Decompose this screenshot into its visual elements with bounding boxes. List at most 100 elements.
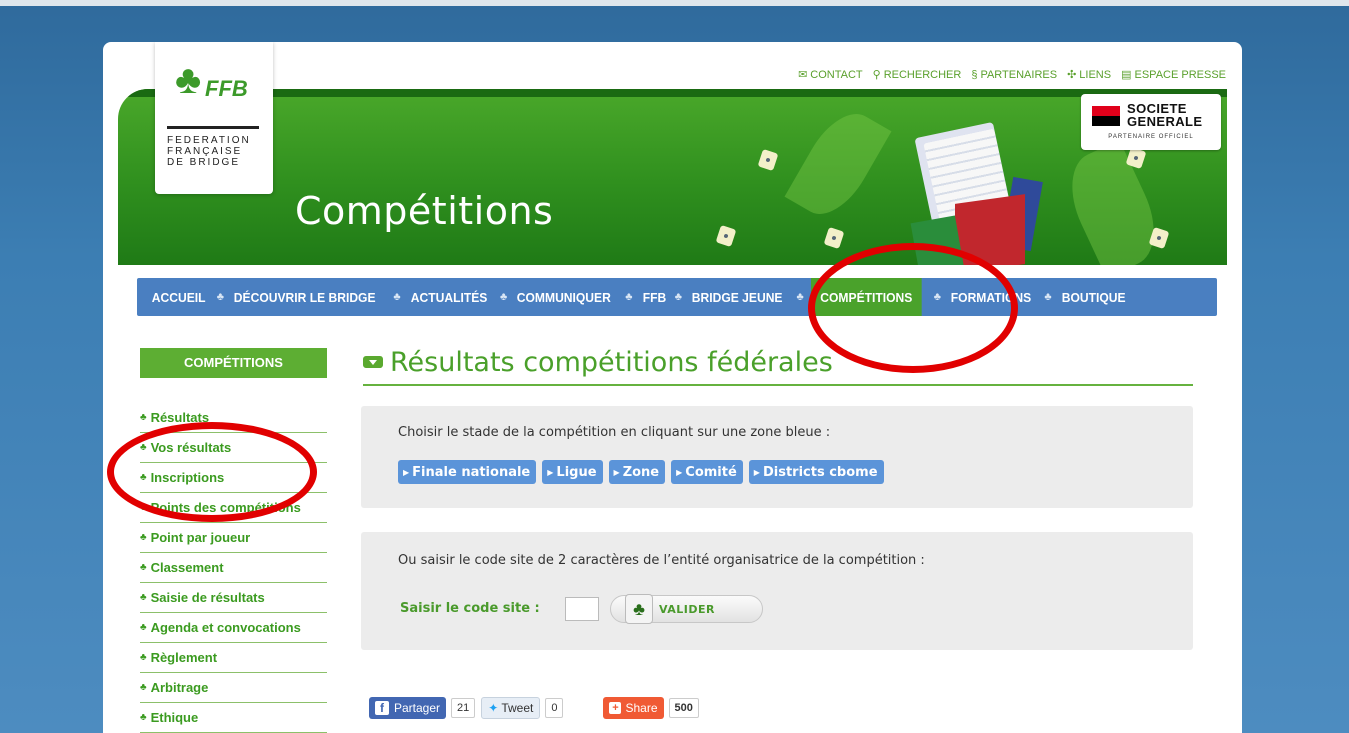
envelope-icon: ✉ <box>798 69 808 81</box>
sponsor-subtitle: PARTENAIRE OFFICIEL <box>1108 134 1194 140</box>
sidebar-item-point-par-joueur[interactable]: ♣ Point par joueur <box>140 523 327 553</box>
contact-link[interactable]: ✉ CONTACT <box>798 68 863 82</box>
club-separator-icon: ♣ <box>1044 291 1052 303</box>
partners-icon: § <box>971 68 978 81</box>
nav-item-boutique[interactable]: BOUTIQUE <box>1059 278 1128 316</box>
sidebar-item-ethique[interactable]: ♣ Ethique <box>140 703 327 733</box>
browser-top-strip <box>0 0 1349 6</box>
banner-top-band <box>118 89 1227 97</box>
validate-label: VALIDER <box>659 603 715 616</box>
nav-item-bridge-jeune[interactable]: BRIDGE JEUNE <box>689 278 785 316</box>
code-field-label: Saisir le code site : <box>400 601 540 616</box>
plus-icon: + <box>609 702 622 714</box>
club-bullet-icon: ♣ <box>140 562 147 573</box>
sponsor-badge[interactable]: SOCIETE GENERALE PARTENAIRE OFFICIEL <box>1081 94 1221 150</box>
club-bullet-icon: ♣ <box>140 652 147 663</box>
social-share-bar: f Partager 21 ✦ Tweet 0 + Share 500 <box>369 697 699 719</box>
stage-button-label: Zone <box>622 464 660 480</box>
sidebar-menu: ♣ Résultats ♣ Vos résultats ♣ Inscriptions … <box>140 403 327 733</box>
nav-item-decouvrir[interactable]: DÉCOUVRIR LE BRIDGE <box>231 278 378 316</box>
search-link[interactable]: ⚲ RECHERCHER <box>873 68 962 82</box>
main-nav: ACCUEIL ♣ DÉCOUVRIR LE BRIDGE ♣ ACTUALITÉS… <box>137 278 1217 316</box>
club-separator-icon: ♣ <box>216 291 224 303</box>
tree-logo-icon: ♣ <box>175 58 202 102</box>
site-code-input[interactable] <box>565 597 599 621</box>
club-bullet-icon: ♣ <box>140 592 147 603</box>
sidebar-item-label: Classement <box>150 560 224 575</box>
press-label: ESPACE PRESSE <box>1134 68 1227 81</box>
logo-line1: FEDERATION <box>167 135 251 146</box>
links-link[interactable]: ✣ LIENS <box>1067 68 1111 82</box>
logo-federation-text: FEDERATION FRANÇAISE DE BRIDGE <box>167 135 251 168</box>
logo-line2: FRANÇAISE <box>167 146 243 157</box>
caret-right-icon: ▶ <box>676 467 683 477</box>
sidebar-item-reglement[interactable]: ♣ Règlement <box>140 643 327 673</box>
sidebar-item-label: Résultats <box>150 410 210 425</box>
dice-decoration <box>757 148 779 172</box>
dice-decoration <box>715 224 737 248</box>
contact-label: CONTACT <box>810 68 863 81</box>
club-bullet-icon: ♣ <box>140 682 147 693</box>
share-button[interactable]: + Share <box>603 697 664 719</box>
share-label: Share <box>625 701 658 715</box>
club-bullet-icon: ♣ <box>140 502 147 513</box>
stage-button-comite[interactable]: ▶ Comité <box>671 460 743 484</box>
tweet-count: 0 <box>545 698 564 718</box>
sidebar-item-saisie-resultats[interactable]: ♣ Saisie de résultats <box>140 583 327 613</box>
nav-item-accueil[interactable]: ACCUEIL <box>149 278 208 316</box>
stage-button-ligue[interactable]: ▶ Ligue <box>542 460 603 484</box>
sidebar-item-arbitrage[interactable]: ♣ Arbitrage <box>140 673 327 703</box>
caret-right-icon: ▶ <box>753 467 760 477</box>
sidebar-item-points-competitions[interactable]: ♣ Points des compétitions <box>140 493 327 523</box>
nav-item-formations[interactable]: FORMATIONS <box>948 278 1034 316</box>
tweet-button[interactable]: ✦ Tweet <box>481 697 541 719</box>
share-count: 500 <box>668 698 699 718</box>
bidding-box-illustration <box>910 121 1043 265</box>
banner: Compétitions <box>118 89 1227 265</box>
sidebar-item-vos-resultats[interactable]: ♣ Vos résultats <box>140 433 327 463</box>
sidebar-heading: COMPÉTITIONS <box>140 348 327 378</box>
page-heading: Résultats compétitions fédérales <box>363 340 1193 386</box>
links-icon: ✣ <box>1067 69 1077 81</box>
club-bullet-icon: ♣ <box>140 412 147 423</box>
ffb-logo[interactable]: ♣ FFB FEDERATION FRANÇAISE DE BRIDGE <box>155 42 273 194</box>
heading-arrow-icon <box>363 356 383 368</box>
sidebar-item-inscriptions[interactable]: ♣ Inscriptions <box>140 463 327 493</box>
partners-link[interactable]: § PARTENAIRES <box>971 68 1057 81</box>
club-icon: ♣ <box>625 594 653 624</box>
sidebar-item-label: Ethique <box>150 710 199 725</box>
stage-button-zone[interactable]: ▶ Zone <box>608 460 666 484</box>
site-code-panel: Ou saisir le code site de 2 caractères d… <box>361 532 1193 650</box>
nav-item-actualites[interactable]: ACTUALITÉS <box>408 278 490 316</box>
caret-right-icon: ▶ <box>613 467 620 477</box>
press-link[interactable]: ▤ ESPACE PRESSE <box>1121 68 1227 82</box>
logo-line3: DE BRIDGE <box>167 157 241 168</box>
validate-button[interactable]: ♣ VALIDER <box>610 594 763 624</box>
club-bullet-icon: ♣ <box>140 472 147 483</box>
sponsor-name: SOCIETE GENERALE <box>1127 102 1202 128</box>
facebook-share-button[interactable]: f Partager <box>369 697 447 719</box>
twitter-bird-icon: ✦ <box>488 701 499 715</box>
nav-item-competitions[interactable]: COMPÉTITIONS <box>810 278 922 316</box>
stage-button-label: Ligue <box>556 464 597 480</box>
nav-item-communiquer[interactable]: COMMUNIQUER <box>514 278 614 316</box>
sidebar-item-resultats[interactable]: ♣ Résultats <box>140 403 327 433</box>
nav-item-ffb[interactable]: FFB <box>640 278 669 316</box>
stage-button-districts[interactable]: ▶ Districts cbome <box>748 460 884 484</box>
sidebar-item-label: Inscriptions <box>150 470 225 485</box>
sidebar-item-label: Arbitrage <box>150 680 209 695</box>
stage-selection-panel: Choisir le stade de la compétition en cl… <box>361 406 1193 508</box>
facebook-icon: f <box>375 701 389 715</box>
stage-buttons: ▶ Finale nationale ▶ Ligue ▶ Zone ▶ Comité ▶… <box>398 460 884 484</box>
sidebar-item-label: Saisie de résultats <box>150 590 265 605</box>
banner-title: Compétitions <box>295 189 554 233</box>
top-utility-links: ✉ CONTACT ⚲ RECHERCHER § PARTENAIRES ✣ LIENS… <box>798 68 1227 82</box>
club-bullet-icon: ♣ <box>140 712 147 723</box>
sidebar-item-label: Point par joueur <box>150 530 251 545</box>
press-icon: ▤ <box>1121 69 1132 81</box>
sidebar-item-agenda[interactable]: ♣ Agenda et convocations <box>140 613 327 643</box>
stage-button-label: Comité <box>685 464 737 480</box>
sidebar-item-classement[interactable]: ♣ Classement <box>140 553 327 583</box>
club-separator-icon: ♣ <box>674 291 683 303</box>
stage-button-finale-nationale[interactable]: ▶ Finale nationale <box>398 460 537 484</box>
